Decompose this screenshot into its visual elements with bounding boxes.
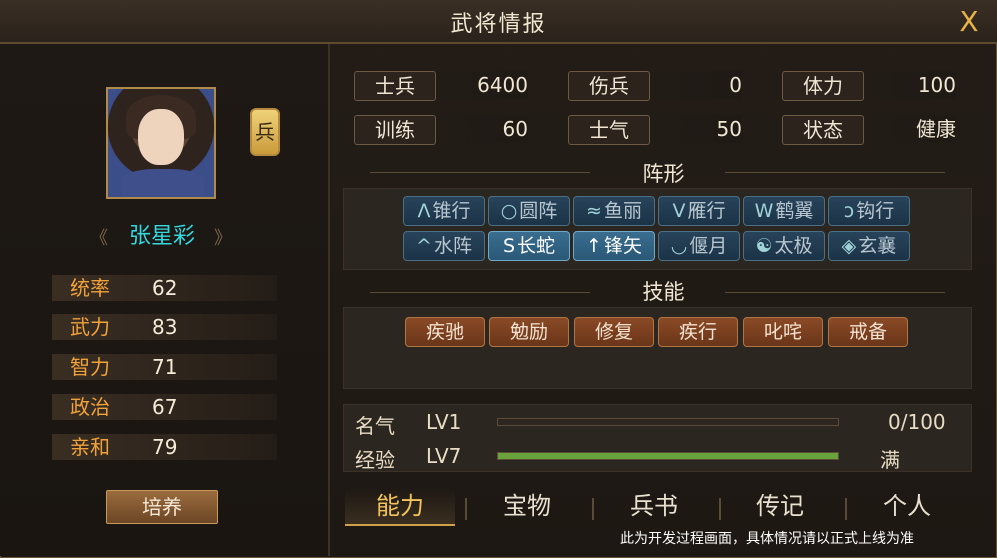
fame-label: 名气 xyxy=(355,414,395,438)
exp-label: 经验 xyxy=(355,448,395,472)
status-label: 伤兵 xyxy=(568,71,650,101)
formation-label: 锋矢 xyxy=(603,235,642,257)
dev-notice: 此为开发过程画面，具体情况请以正式上线为准 xyxy=(620,531,914,547)
formation-button-zhuixing[interactable]: Λ 锥行 xyxy=(403,196,485,226)
skill-button[interactable]: 修复 xyxy=(574,317,654,347)
skill-button[interactable]: 戒备 xyxy=(828,317,908,347)
formation-label: 鹤翼 xyxy=(775,200,814,222)
formation-icon: Λ xyxy=(417,200,431,222)
attribute-row: 政治 67 xyxy=(52,394,277,420)
formation-icon: ^ xyxy=(416,235,432,257)
skill-button[interactable]: 勉励 xyxy=(489,317,569,347)
skill-button[interactable]: 疾驰 xyxy=(405,317,485,347)
attribute-value: 67 xyxy=(152,395,178,419)
attribute-row: 智力 71 xyxy=(52,354,277,380)
attribute-value: 83 xyxy=(152,315,178,339)
exp-level: LV7 xyxy=(426,444,462,468)
formation-title: 阵形 xyxy=(642,162,685,186)
tab-divider xyxy=(465,498,467,520)
attribute-label: 智力 xyxy=(70,355,110,379)
status-label: 体力 xyxy=(782,71,864,101)
skills-title: 技能 xyxy=(642,280,685,304)
attribute-label: 武力 xyxy=(70,315,110,339)
tab-biography[interactable]: 传记 xyxy=(725,488,835,524)
tab-divider xyxy=(845,498,847,520)
title-bar: 武将情报 X xyxy=(0,0,997,44)
tab-ability[interactable]: 能力 xyxy=(345,488,455,526)
formation-icon: ≈ xyxy=(586,200,602,222)
tab-personal[interactable]: 个人 xyxy=(852,488,962,524)
exp-progress-text: 满 xyxy=(880,448,900,472)
status-value: 60 xyxy=(438,115,528,143)
formation-label: 圆阵 xyxy=(519,200,558,222)
unit-type-badge: 兵 xyxy=(250,108,280,156)
formation-icon: S xyxy=(502,235,516,257)
general-name: 张星彩 xyxy=(128,224,195,249)
fame-level: LV1 xyxy=(426,410,462,434)
formation-button-changshe[interactable]: S 长蛇 xyxy=(488,231,570,261)
formation-icon: W xyxy=(754,200,774,222)
name-left-ornament-icon: 《 xyxy=(90,228,108,249)
status-value: 健康 xyxy=(866,115,956,143)
general-portrait xyxy=(106,87,216,199)
formation-label: 鱼丽 xyxy=(603,200,642,222)
fame-progress-bar xyxy=(497,418,839,426)
formation-button-fengshi[interactable]: ↑ 锋矢 xyxy=(573,231,655,261)
attribute-label: 统率 xyxy=(70,276,110,300)
formation-icon: V xyxy=(672,200,686,222)
formation-button-xuanxiang[interactable]: ◈ 玄襄 xyxy=(828,231,910,261)
attribute-label: 政治 xyxy=(70,395,110,419)
formation-label: 雁行 xyxy=(687,200,726,222)
tab-treasure[interactable]: 宝物 xyxy=(472,488,582,524)
status-label: 训练 xyxy=(354,115,436,145)
skill-button[interactable]: 叱咤 xyxy=(743,317,823,347)
attribute-label: 亲和 xyxy=(70,435,110,459)
formation-icon: ɔ xyxy=(843,200,855,222)
formation-label: 长蛇 xyxy=(517,235,556,257)
formation-button-gouxing[interactable]: ɔ 钩行 xyxy=(828,196,910,226)
close-button[interactable]: X xyxy=(955,8,983,36)
attribute-row: 亲和 79 xyxy=(52,434,277,460)
tab-divider xyxy=(592,498,594,520)
formation-icon: ◡ xyxy=(670,235,688,257)
formation-icon: ◈ xyxy=(841,235,857,257)
tab-military-book[interactable]: 兵书 xyxy=(599,488,709,524)
skill-button[interactable]: 疾行 xyxy=(658,317,738,347)
formation-label: 偃月 xyxy=(689,235,728,257)
status-label: 士兵 xyxy=(354,71,436,101)
formation-label: 玄襄 xyxy=(858,235,897,257)
formation-button-yanyue[interactable]: ◡ 偃月 xyxy=(658,231,740,261)
status-value: 50 xyxy=(652,115,742,143)
formation-label: 太极 xyxy=(774,235,813,257)
formation-button-yanxing[interactable]: V 雁行 xyxy=(658,196,740,226)
formation-icon: ☯ xyxy=(755,235,773,257)
formation-button-yuli[interactable]: ≈ 鱼丽 xyxy=(573,196,655,226)
fame-progress-text: 0/100 xyxy=(888,410,946,434)
formation-icon: ○ xyxy=(500,200,518,222)
formation-label: 锥行 xyxy=(432,200,471,222)
status-value: 100 xyxy=(866,71,956,99)
attribute-value: 62 xyxy=(152,276,178,300)
formation-button-heyi[interactable]: W 鹤翼 xyxy=(743,196,825,226)
status-value: 0 xyxy=(652,71,742,99)
attribute-value: 79 xyxy=(152,435,178,459)
exp-progress-bar xyxy=(497,452,839,460)
formation-icon: ↑ xyxy=(586,235,602,257)
train-button[interactable]: 培养 xyxy=(106,490,218,524)
attribute-value: 71 xyxy=(152,355,178,379)
attribute-row: 武力 83 xyxy=(52,314,277,340)
status-value: 6400 xyxy=(438,71,528,99)
formation-button-taiji[interactable]: ☯ 太极 xyxy=(743,231,825,261)
name-right-ornament-icon: 》 xyxy=(214,228,232,249)
formation-label: 钩行 xyxy=(856,200,895,222)
status-label: 士气 xyxy=(568,115,650,145)
attribute-row: 统率 62 xyxy=(52,275,277,301)
formation-label: 水阵 xyxy=(433,235,472,257)
exp-progress-fill xyxy=(498,453,838,459)
formation-button-shuizhen[interactable]: ^ 水阵 xyxy=(403,231,485,261)
window-title: 武将情报 xyxy=(450,12,547,37)
formation-button-yuanzhen[interactable]: ○ 圆阵 xyxy=(488,196,570,226)
tab-divider xyxy=(719,498,721,520)
status-label: 状态 xyxy=(782,115,864,145)
